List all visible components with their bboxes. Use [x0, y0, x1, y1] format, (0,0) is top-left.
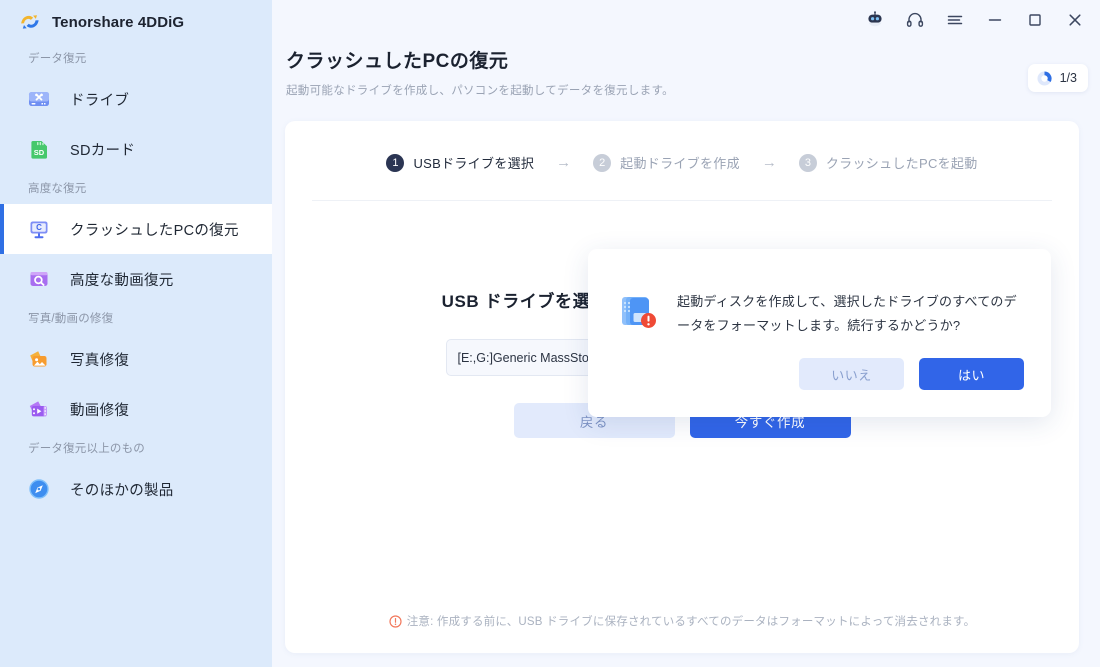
window-titlebar — [272, 0, 1100, 40]
format-warning-note: 注意: 作成する前に、USB ドライブに保存されているすべてのデータはフォーマッ… — [285, 613, 1079, 629]
sidebar-section-label: 写真/動画の修復 — [28, 313, 114, 325]
note-text: 注意: 作成する前に、USB ドライブに保存されているすべてのデータはフォーマッ… — [406, 616, 976, 628]
step-badge-text: 1/3 — [1059, 71, 1077, 85]
page-header: クラッシュしたPCの復元 起動可能なドライブを作成し、パソコンを起動してデータを… — [286, 46, 674, 98]
page-subtitle: 起動可能なドライブを作成し、パソコンを起動してデータを復元します。 — [286, 85, 674, 97]
app-window: Tenorshare 4DDiG データ復元 ドライブ SD SDカード 高度な… — [0, 0, 1100, 667]
sidebar-item-sd-card[interactable]: SD SDカード — [0, 124, 272, 174]
dialog-message: 起動ディスクを作成して、選択したドライブのすべてのデータをフォーマットします。続… — [677, 294, 1017, 334]
sidebar-section-label: データ復元 — [28, 53, 87, 65]
sidebar-item-label: クラッシュしたPCの復元 — [70, 222, 239, 239]
tenorshare-logo-icon — [18, 10, 42, 34]
dialog-yes-button[interactable]: はい — [919, 358, 1024, 391]
close-icon[interactable] — [1064, 9, 1086, 31]
drive-icon — [26, 86, 52, 112]
sidebar-item-advanced-video-recovery[interactable]: 高度な動画復元 — [0, 254, 272, 304]
page-title: クラッシュしたPCの復元 — [286, 51, 509, 72]
svg-text:SD: SD — [34, 148, 45, 157]
step-label: 起動ドライブを作成 — [620, 156, 740, 171]
stepper: 1 USBドライブを選択 → 2 起動ドライブを作成 → 3 クラッシュしたPC… — [285, 153, 1079, 172]
confirm-format-dialog: 起動ディスクを作成して、選択したドライブのすべてのデータをフォーマットします。続… — [588, 249, 1051, 417]
step-arrow-icon: → — [761, 154, 777, 171]
brand-name: Tenorshare 4DDiG — [52, 13, 185, 31]
sidebar-item-label: 高度な動画復元 — [70, 272, 174, 289]
sidebar-item-drive[interactable]: ドライブ — [0, 74, 272, 124]
advanced-video-icon — [26, 266, 52, 292]
sidebar-section-label: データ復元以上のもの — [28, 443, 145, 455]
sidebar-section-label: 高度な復元 — [28, 183, 87, 195]
step-arrow-icon: → — [556, 154, 572, 171]
maximize-icon[interactable] — [1024, 9, 1046, 31]
sd-card-icon: SD — [26, 136, 52, 162]
warning-circle-icon — [389, 614, 402, 628]
stepper-step-1[interactable]: 1 USBドライブを選択 — [386, 153, 534, 172]
video-repair-icon — [26, 396, 52, 422]
other-products-icon — [26, 476, 52, 502]
stepper-step-3[interactable]: 3 クラッシュしたPCを起動 — [798, 153, 978, 172]
ai-assistant-icon[interactable] — [864, 9, 886, 31]
sidebar-item-label: 写真修復 — [70, 352, 130, 369]
brand: Tenorshare 4DDiG — [0, 0, 272, 44]
sidebar-item-label: そのほかの製品 — [70, 482, 174, 499]
photo-repair-icon — [26, 346, 52, 372]
step-progress-badge: 1/3 — [1027, 64, 1088, 92]
crashed-pc-icon: C — [26, 216, 52, 242]
sidebar-item-label: SDカード — [70, 142, 136, 159]
step-label: クラッシュしたPCを起動 — [825, 156, 978, 171]
dialog-no-button[interactable]: いいえ — [799, 358, 904, 391]
sidebar-item-label: 動画修復 — [70, 402, 130, 419]
sidebar-item-crashed-pc-recovery[interactable]: C クラッシュしたPCの復元 — [0, 204, 272, 254]
step-number: 2 — [593, 153, 612, 172]
sidebar-item-video-repair[interactable]: 動画修復 — [0, 384, 272, 434]
sidebar-item-label: ドライブ — [70, 92, 130, 109]
step-number: 3 — [798, 153, 817, 172]
step-label: USBドライブを選択 — [413, 156, 535, 171]
sidebar: Tenorshare 4DDiG データ復元 ドライブ SD SDカード 高度な… — [0, 0, 272, 667]
sidebar-item-photo-repair[interactable]: 写真修復 — [0, 334, 272, 384]
dialog-buttons: いいえ はい — [588, 338, 1051, 391]
sidebar-item-other-products[interactable]: そのほかの製品 — [0, 464, 272, 514]
dialog-body: 起動ディスクを作成して、選択したドライブのすべてのデータをフォーマットします。続… — [588, 249, 1051, 338]
disk-warning-icon — [615, 290, 659, 334]
svg-text:C: C — [36, 223, 42, 232]
menu-icon[interactable] — [944, 9, 966, 31]
minimize-icon[interactable] — [984, 9, 1006, 31]
step-number: 1 — [386, 153, 405, 172]
main-area: クラッシュしたPCの復元 起動可能なドライブを作成し、パソコンを起動してデータを… — [272, 0, 1100, 667]
progress-donut-icon — [1036, 70, 1053, 87]
support-headset-icon[interactable] — [904, 9, 926, 31]
stepper-step-2[interactable]: 2 起動ドライブを作成 — [593, 153, 740, 172]
